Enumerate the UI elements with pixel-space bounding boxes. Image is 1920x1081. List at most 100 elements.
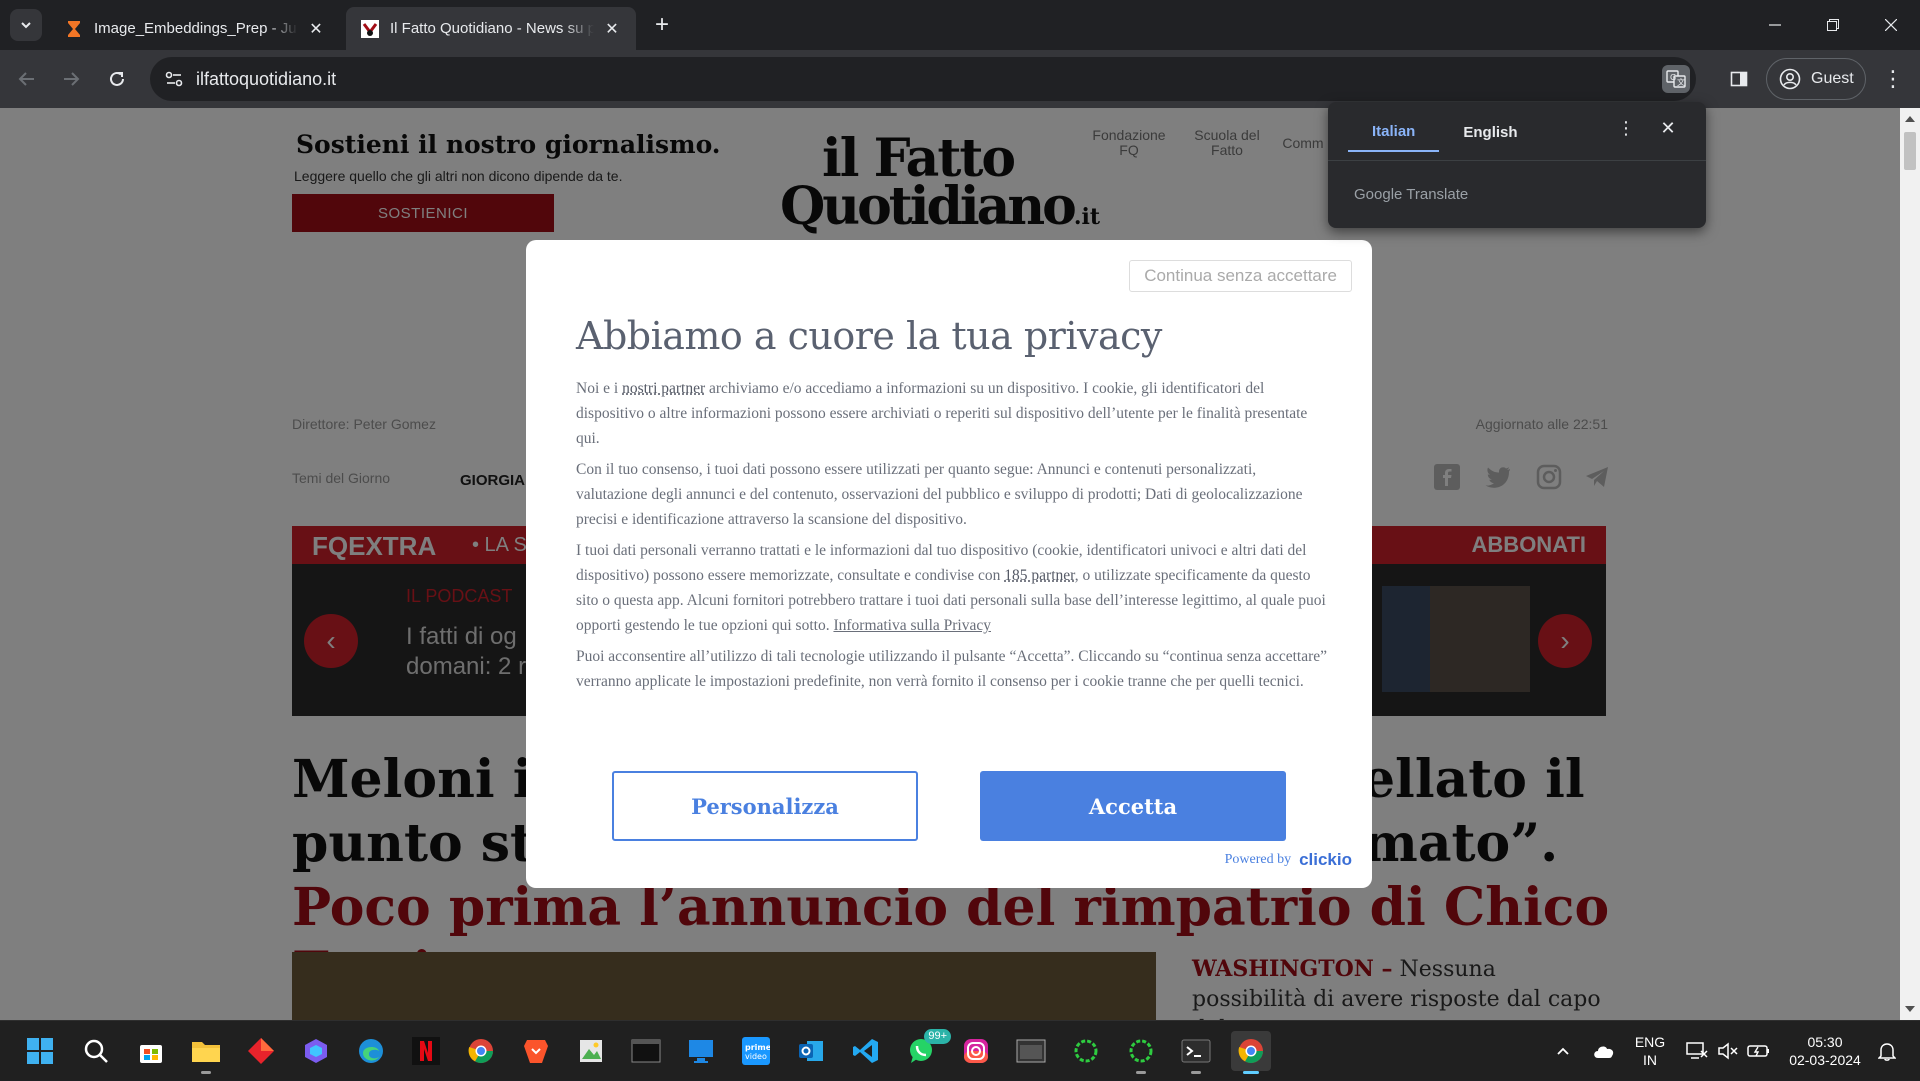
windows-taskbar: prime video 99+ ENG IN 05:30 02-03-2024: [0, 1020, 1920, 1080]
chrome-icon[interactable]: [461, 1031, 501, 1071]
prime-video-icon[interactable]: prime video: [736, 1031, 776, 1071]
translate-language-tabs: Italian English: [1348, 112, 1542, 152]
close-icon[interactable]: ✕: [1658, 118, 1678, 138]
reload-button[interactable]: [100, 62, 134, 96]
consent-paragraph: I tuoi dati personali verranno trattati …: [576, 538, 1328, 638]
account-circle-icon: [1779, 68, 1801, 90]
outlook-icon[interactable]: [791, 1031, 831, 1071]
file-explorer-icon[interactable]: [186, 1031, 226, 1071]
remote-desktop-icon[interactable]: [681, 1031, 721, 1071]
personalize-button[interactable]: Personalizza: [612, 771, 918, 841]
tab-strip: Image_Embeddings_Prep - Jupyter Notebook…: [0, 0, 1920, 50]
url-text[interactable]: ilfattoquotidiano.it: [196, 69, 336, 90]
clock-time: 05:30: [1789, 1033, 1861, 1051]
consent-body: Noi e i nostri partner archiviamo e/o ac…: [576, 376, 1328, 700]
consent-paragraph: Noi e i nostri partner archiviamo e/o ac…: [576, 376, 1328, 451]
back-button[interactable]: [10, 62, 44, 96]
google-translate-brand: Google Translate: [1354, 186, 1468, 203]
page-scrollbar[interactable]: [1900, 108, 1920, 1020]
new-tab-button[interactable]: +: [648, 11, 676, 39]
side-panel-button[interactable]: [1722, 62, 1756, 96]
instagram-app-icon[interactable]: [956, 1031, 996, 1071]
microsoft-store-icon[interactable]: [131, 1031, 171, 1071]
loading-ring-icon[interactable]: [1066, 1031, 1106, 1071]
divider: [1328, 160, 1706, 161]
tab-ilfatto[interactable]: Il Fatto Quotidiano - News su politica, …: [346, 7, 636, 50]
partner-count-link[interactable]: 185 partner: [1004, 567, 1074, 584]
tab-search-button[interactable]: [10, 9, 42, 41]
brave-icon[interactable]: [516, 1031, 556, 1071]
page-viewport: Sostieni il nostro giornalismo. Leggere …: [0, 108, 1900, 1020]
loading-ring-icon[interactable]: [1121, 1031, 1161, 1071]
svg-text:video: video: [745, 1052, 767, 1061]
forward-button[interactable]: [54, 62, 88, 96]
lang-tab-italian[interactable]: Italian: [1348, 112, 1439, 152]
close-window-button[interactable]: [1862, 0, 1920, 50]
tab-close-icon[interactable]: ✕: [602, 19, 622, 39]
terminal-icon[interactable]: [1176, 1031, 1216, 1071]
minimize-icon: [1769, 19, 1781, 31]
translate-popup: Italian English ⋮ ✕ Google Translate: [1328, 102, 1706, 228]
onedrive-cloud-icon[interactable]: [1586, 1021, 1622, 1081]
profile-button[interactable]: Guest: [1766, 58, 1866, 100]
scroll-down-arrow[interactable]: [1905, 1006, 1915, 1012]
input-language[interactable]: ENG IN: [1630, 1021, 1670, 1081]
more-vert-icon[interactable]: ⋮: [1616, 118, 1636, 138]
svg-text:prime: prime: [745, 1043, 770, 1052]
powered-by[interactable]: Powered by clickio: [1225, 850, 1352, 870]
close-icon: [1885, 19, 1897, 31]
restore-button[interactable]: [1804, 0, 1862, 50]
more-vert-icon: ⋮: [1882, 66, 1904, 92]
address-bar[interactable]: ilfattoquotidiano.it G文: [150, 57, 1696, 101]
lang-tab-english[interactable]: English: [1439, 112, 1541, 152]
partners-link[interactable]: nostri partner: [622, 380, 705, 397]
browser-toolbar: ilfattoquotidiano.it G文 Guest ⋮: [0, 50, 1920, 108]
notification-badge: 99+: [924, 1029, 951, 1044]
whatsapp-icon[interactable]: 99+: [901, 1031, 941, 1071]
accept-button[interactable]: Accetta: [980, 771, 1286, 841]
network-icon[interactable]: [1682, 1021, 1712, 1081]
tab-close-icon[interactable]: ✕: [306, 19, 326, 39]
cookie-consent-dialog: Continua senza accettare Abbiamo a cuore…: [526, 240, 1372, 888]
copilot-icon[interactable]: [296, 1031, 336, 1071]
battery-icon[interactable]: [1744, 1021, 1774, 1081]
edge-icon[interactable]: [351, 1031, 391, 1071]
minimize-button[interactable]: [1746, 0, 1804, 50]
search-icon[interactable]: [76, 1031, 116, 1071]
reload-icon: [108, 70, 126, 88]
browser-menu-button[interactable]: ⋮: [1876, 62, 1910, 96]
notification-bell-icon[interactable]: [1872, 1021, 1902, 1081]
consent-paragraph: Con il tuo consenso, i tuoi dati possono…: [576, 457, 1328, 532]
volume-muted-icon[interactable]: [1714, 1021, 1742, 1081]
ifq-favicon-icon: [360, 19, 380, 39]
image-editor-icon[interactable]: [571, 1031, 611, 1071]
scroll-up-arrow[interactable]: [1905, 116, 1915, 122]
privacy-policy-link[interactable]: Informativa sulla Privacy: [833, 617, 991, 634]
hourglass-icon: [64, 19, 84, 39]
translate-icon[interactable]: G文: [1662, 65, 1690, 93]
clock[interactable]: 05:30 02-03-2024: [1780, 1021, 1870, 1081]
restore-icon: [1827, 19, 1839, 31]
ifq-homepage: Sostieni il nostro giornalismo. Leggere …: [0, 108, 1900, 1020]
clock-date: 02-03-2024: [1789, 1051, 1861, 1069]
arrow-right-icon: [62, 70, 80, 88]
continue-without-accepting-button[interactable]: Continua senza accettare: [1129, 260, 1352, 292]
app-red-diamond-icon[interactable]: [241, 1031, 281, 1071]
svg-text:文: 文: [1677, 77, 1685, 87]
windows-start-icon[interactable]: [20, 1031, 60, 1071]
tab-title: Image_Embeddings_Prep - Jupyter Notebook: [94, 20, 298, 37]
site-info-icon[interactable]: [164, 69, 184, 89]
chrome-active-icon[interactable]: [1231, 1031, 1271, 1071]
tab-jupyter[interactable]: Image_Embeddings_Prep - Jupyter Notebook…: [50, 7, 340, 50]
consent-title: Abbiamo a cuore la tua privacy: [576, 314, 1162, 358]
terminal-window-icon[interactable]: [626, 1031, 666, 1071]
tray-overflow-chevron-icon[interactable]: [1548, 1021, 1578, 1081]
arrow-left-icon: [18, 70, 36, 88]
profile-label: Guest: [1811, 70, 1854, 88]
svg-text:G: G: [1670, 73, 1676, 82]
app-window-icon[interactable]: [1011, 1031, 1051, 1071]
netflix-icon[interactable]: [406, 1031, 446, 1071]
vscode-icon[interactable]: [846, 1031, 886, 1071]
scroll-thumb[interactable]: [1904, 132, 1916, 170]
side-panel-icon: [1730, 70, 1748, 88]
